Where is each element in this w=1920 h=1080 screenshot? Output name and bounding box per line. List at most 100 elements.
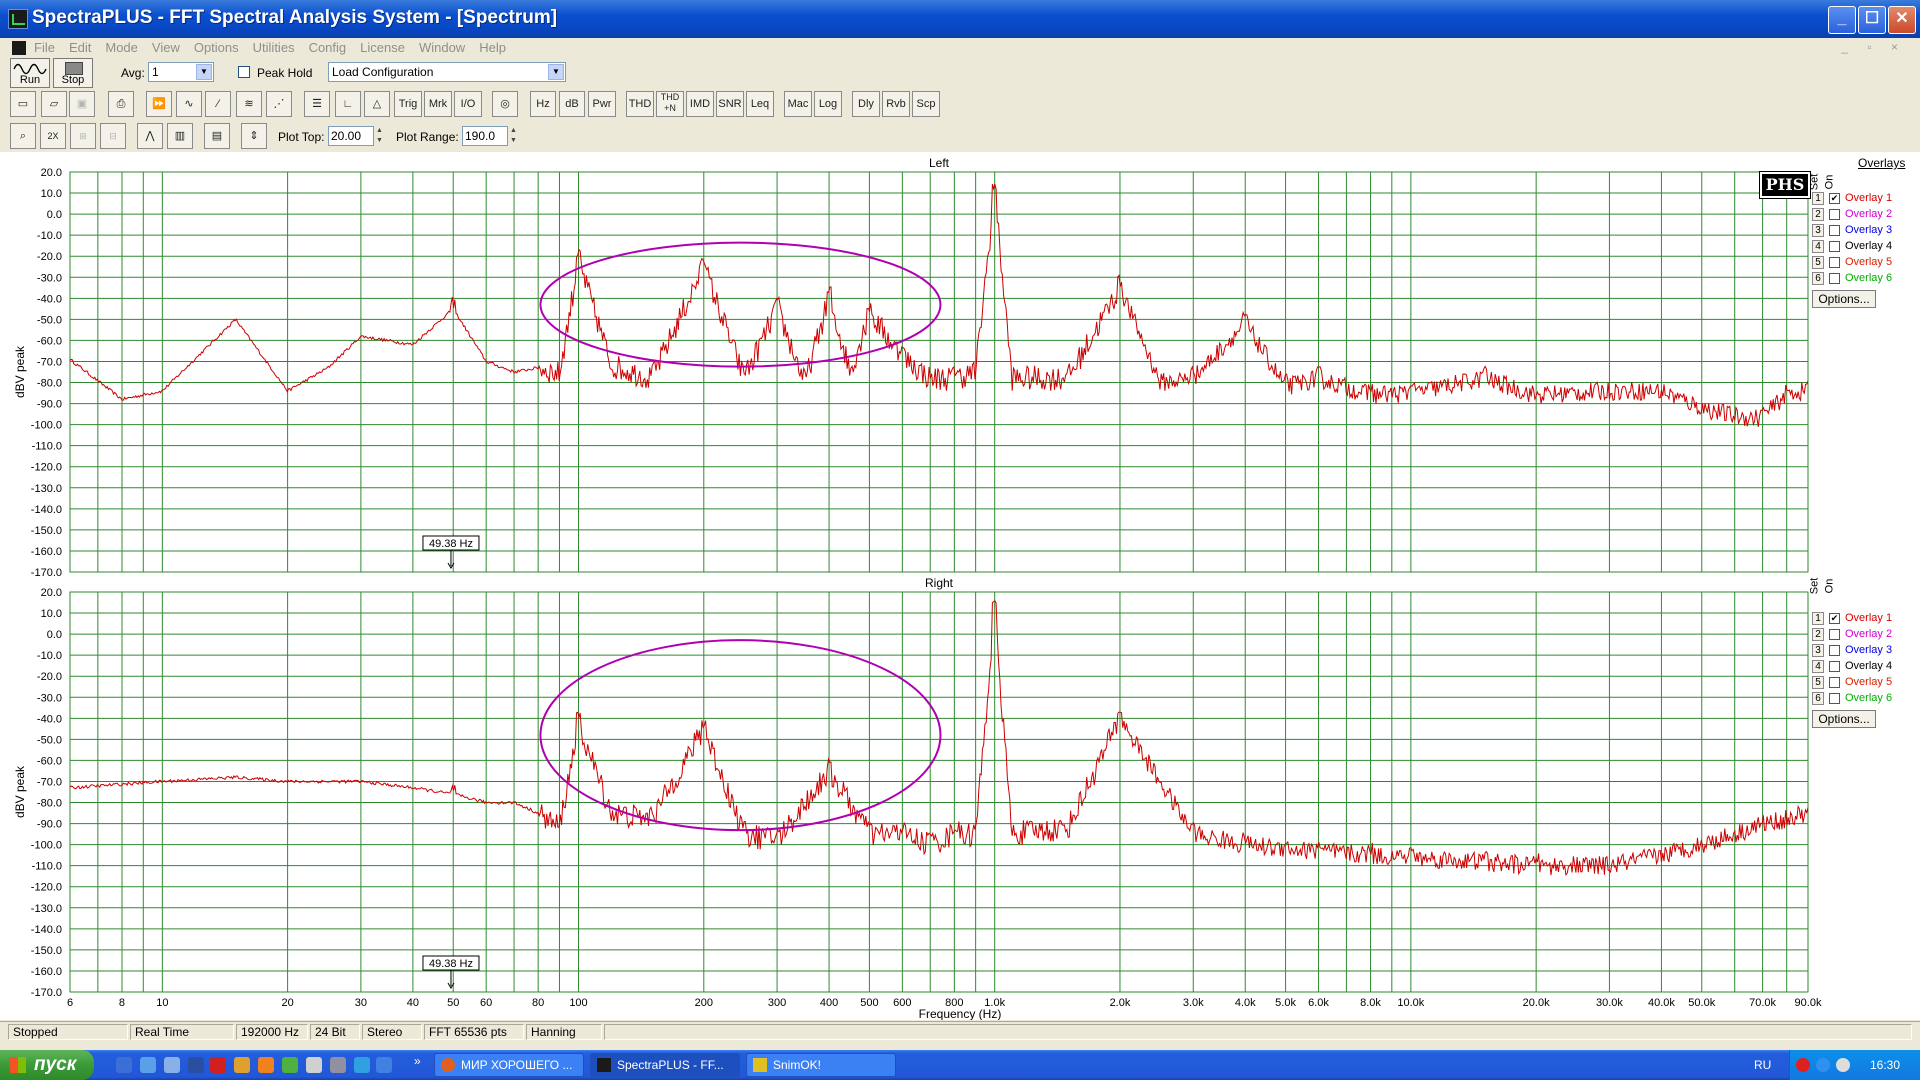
log-button[interactable]: Log xyxy=(814,91,842,117)
bars-icon[interactable]: ▥ xyxy=(167,123,193,149)
quicklaunch-icon[interactable] xyxy=(376,1057,392,1073)
overlay-checkbox[interactable] xyxy=(1829,273,1840,284)
overlay-checkbox[interactable] xyxy=(1829,661,1840,672)
quicklaunch-icon[interactable] xyxy=(258,1057,274,1073)
delay-button[interactable]: Dly xyxy=(852,91,880,117)
overlay-checkbox[interactable] xyxy=(1829,629,1840,640)
quicklaunch-icon[interactable] xyxy=(354,1057,370,1073)
close-button[interactable]: ✕ xyxy=(1888,6,1916,34)
menu-license[interactable]: License xyxy=(360,40,405,55)
minimize-button[interactable]: _ xyxy=(1828,6,1856,34)
spectrogram-icon[interactable]: ≋ xyxy=(236,91,262,117)
overlay-checkbox[interactable] xyxy=(1829,225,1840,236)
quicklaunch-icon[interactable] xyxy=(330,1057,346,1073)
imd-button[interactable]: IMD xyxy=(686,91,714,117)
network-icon[interactable] xyxy=(1836,1058,1850,1072)
macro-button[interactable]: Mac xyxy=(784,91,812,117)
menu-help[interactable]: Help xyxy=(479,40,506,55)
menu-window[interactable]: Window xyxy=(419,40,465,55)
tray-icon[interactable] xyxy=(1816,1058,1830,1072)
quicklaunch-icon[interactable] xyxy=(282,1057,298,1073)
quicklaunch-icon[interactable] xyxy=(140,1057,156,1073)
print-icon[interactable]: ⎙ xyxy=(108,91,134,117)
open-folder-icon[interactable]: ▱ xyxy=(41,91,67,117)
power-button[interactable]: Pwr xyxy=(588,91,616,117)
signal-generator-icon[interactable]: ◎ xyxy=(492,91,518,117)
trigger-button[interactable]: Trig xyxy=(394,91,422,117)
overlay-checkbox[interactable] xyxy=(1829,209,1840,220)
zoom-out-icon[interactable]: ⊟ xyxy=(100,123,126,149)
language-indicator[interactable]: RU xyxy=(1754,1058,1771,1072)
mdi-controls[interactable]: _ ▫ × xyxy=(1841,40,1906,54)
configuration-select[interactable]: Load Configuration ▼ xyxy=(328,62,566,82)
menu-options[interactable]: Options xyxy=(194,40,239,55)
peak-icon[interactable]: ⋀ xyxy=(137,123,163,149)
overlay-checkbox[interactable]: ✔ xyxy=(1829,613,1840,624)
chevron-down-icon[interactable]: ▼ xyxy=(548,64,564,80)
quicklaunch-icon[interactable] xyxy=(164,1057,180,1073)
document-icon[interactable] xyxy=(12,41,26,55)
overlay-checkbox[interactable] xyxy=(1829,257,1840,268)
zoom-icon[interactable]: ⌕ xyxy=(10,123,36,149)
avg-select[interactable]: 1 ▼ xyxy=(148,62,214,82)
y-tick-label: 20.0 xyxy=(41,167,62,179)
taskbar-item[interactable]: SpectraPLUS - FF... xyxy=(590,1053,740,1077)
fast-forward-icon[interactable]: ⏩ xyxy=(146,91,172,117)
app-icon[interactable] xyxy=(8,9,28,29)
maximize-button[interactable]: ☐ xyxy=(1858,6,1886,34)
stop-button[interactable]: Stop xyxy=(53,58,93,88)
hz-button[interactable]: Hz xyxy=(530,91,556,117)
overlay-checkbox[interactable]: ✔ xyxy=(1829,193,1840,204)
settings-list-icon[interactable]: ☰ xyxy=(304,91,330,117)
chevron-right-icon[interactable]: » xyxy=(414,1054,421,1068)
scope-icon[interactable]: ∿ xyxy=(176,91,202,117)
overlay-checkbox[interactable] xyxy=(1829,645,1840,656)
panel-icon[interactable]: ▤ xyxy=(204,123,230,149)
menu-view[interactable]: View xyxy=(152,40,180,55)
spectrum-plots[interactable]: Left 20.0 10.0 0.0 -10.0 -20.0 -30.0 -40.0 -50.0… xyxy=(0,152,1920,1021)
status-window: Hanning xyxy=(526,1024,602,1040)
db-button[interactable]: dB xyxy=(559,91,585,117)
io-button[interactable]: I/O xyxy=(454,91,482,117)
save-icon[interactable]: ▣ xyxy=(69,91,95,117)
menu-config[interactable]: Config xyxy=(309,40,347,55)
peak-hold-checkbox[interactable] xyxy=(238,66,250,78)
generator-icon[interactable]: △ xyxy=(364,91,390,117)
quicklaunch-icon[interactable] xyxy=(188,1057,204,1073)
3d-surface-icon[interactable]: ⋰ xyxy=(266,91,292,117)
overlay-checkbox[interactable] xyxy=(1829,241,1840,252)
menu-edit[interactable]: Edit xyxy=(69,40,91,55)
snr-button[interactable]: SNR xyxy=(716,91,744,117)
spectrum-icon[interactable]: ⁄ xyxy=(205,91,231,117)
range-icon[interactable]: ⇕ xyxy=(241,123,267,149)
run-button[interactable]: Run xyxy=(10,58,50,88)
reverb-button[interactable]: Rvb xyxy=(882,91,910,117)
marker-button[interactable]: Mrk xyxy=(424,91,452,117)
menu-utilities[interactable]: Utilities xyxy=(253,40,295,55)
overlay-options-button[interactable]: Options... xyxy=(1812,290,1876,308)
start-button[interactable]: пуск xyxy=(0,1050,94,1080)
spinner-arrows-icon[interactable]: ▲ ▼ xyxy=(376,126,386,146)
quicklaunch-icon[interactable] xyxy=(210,1057,226,1073)
menu-file[interactable]: File xyxy=(34,40,55,55)
quicklaunch-icon[interactable] xyxy=(234,1057,250,1073)
overlay-options-button[interactable]: Options... xyxy=(1812,710,1876,728)
axis-icon[interactable]: ∟ xyxy=(335,91,361,117)
taskbar-item[interactable]: SnimOK! xyxy=(746,1053,896,1077)
overlay-checkbox[interactable] xyxy=(1829,693,1840,704)
overlay-checkbox[interactable] xyxy=(1829,677,1840,688)
thd-button[interactable]: THD xyxy=(626,91,654,117)
scope-button[interactable]: Scp xyxy=(912,91,940,117)
antivirus-icon[interactable] xyxy=(1796,1058,1810,1072)
spinner-arrows-icon[interactable]: ▲ ▼ xyxy=(510,126,520,146)
leq-button[interactable]: Leq xyxy=(746,91,774,117)
quicklaunch-icon[interactable] xyxy=(306,1057,322,1073)
menu-mode[interactable]: Mode xyxy=(105,40,138,55)
new-file-icon[interactable]: ▭ xyxy=(10,91,36,117)
zoom-2x-icon[interactable]: 2X xyxy=(40,123,66,149)
chevron-down-icon[interactable]: ▼ xyxy=(196,64,212,80)
zoom-in-icon[interactable]: ⊞ xyxy=(70,123,96,149)
thd-n-button[interactable]: THD +N xyxy=(656,91,684,117)
quicklaunch-icon[interactable] xyxy=(116,1057,132,1073)
taskbar-item[interactable]: МИР ХОРОШЕГО ... xyxy=(434,1053,584,1077)
